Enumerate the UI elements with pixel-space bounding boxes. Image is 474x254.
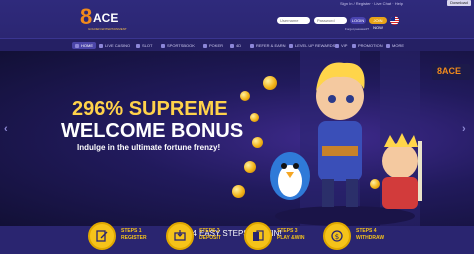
menu-icon <box>386 43 390 48</box>
logo-tagline: GOLDEN ENTERTAINMENT <box>88 27 127 31</box>
promo-banner[interactable]: 8ACE 296% SUPREME WELCOME BONUS Indulge … <box>0 51 474 226</box>
gift-icon <box>352 43 356 48</box>
banner-logo-badge: 8ACE <box>432 64 470 80</box>
gold-coin-icon <box>263 76 277 90</box>
poker-icon <box>203 43 207 48</box>
username-input[interactable] <box>277 17 310 24</box>
banner-title-line2: WELCOME BONUS <box>61 120 244 142</box>
banner-subtitle: Indulge in the ultimate fortune frenzy! <box>77 143 221 152</box>
language-flag-icon[interactable] <box>390 16 399 25</box>
main-nav: HOME LIVE CASINO SLOT SPORTSBOOK POKER 4… <box>0 38 474 52</box>
banner-title-line1: 296% SUPREME <box>72 98 228 120</box>
step-2-label: STEPS 2 DEPOSIT <box>199 228 221 241</box>
gold-coin-icon <box>370 179 380 189</box>
banner-characters-illustration <box>270 62 422 226</box>
nav-item-sportsbook[interactable]: SPORTSBOOK <box>161 42 195 49</box>
nav-item-vip[interactable]: VIP <box>335 42 347 49</box>
step-3-label: STEPS 3 PLAY &WIN <box>277 228 305 241</box>
forgot-password-link[interactable]: Forgot password? <box>345 27 369 31</box>
step-1-label: STEPS 1 REGISTER <box>121 228 147 241</box>
slot-icon <box>136 43 140 48</box>
home-icon <box>75 43 79 48</box>
login-button[interactable]: LOGIN <box>350 17 366 24</box>
download-app-badge[interactable]: Download <box>447 0 471 6</box>
top-info-links[interactable]: Sign In / Register · Live Chat · Help <box>340 1 403 6</box>
nav-item-promotion[interactable]: PROMOTION <box>352 42 383 49</box>
nav-item-poker[interactable]: POKER <box>203 42 223 49</box>
deposit-icon[interactable] <box>166 222 194 250</box>
register-icon[interactable] <box>88 222 116 250</box>
site-header: 8 ACE GOLDEN ENTERTAINMENT Sign In / Reg… <box>0 0 474 38</box>
gold-coin-icon <box>252 137 263 148</box>
banner-prev-arrow-icon[interactable]: ‹ <box>4 123 8 135</box>
join-now-button[interactable]: JOIN NOW <box>369 17 387 30</box>
nav-item-refer[interactable]: REFER & EARN <box>250 42 286 49</box>
lottery-icon <box>230 43 234 48</box>
nav-item-more[interactable]: MORE <box>386 42 404 49</box>
gold-coin-icon <box>232 185 245 198</box>
refer-icon <box>250 43 254 48</box>
step-4-label: STEPS 4 WITHDRAW <box>356 228 385 241</box>
site-logo[interactable]: 8 ACE GOLDEN ENTERTAINMENT <box>80 4 127 34</box>
password-input[interactable] <box>314 17 347 24</box>
svg-text:$: $ <box>335 233 339 241</box>
gold-coin-icon <box>244 161 256 173</box>
casino-icon <box>99 43 103 48</box>
crown-icon <box>335 43 339 48</box>
steps-title: 4 EASY STEPS TO WIN! <box>192 229 282 238</box>
sports-icon <box>161 43 165 48</box>
nav-item-live-casino[interactable]: LIVE CASINO <box>99 42 130 49</box>
trophy-icon <box>289 43 293 48</box>
nav-item-slot[interactable]: SLOT <box>136 42 152 49</box>
banner-next-arrow-icon[interactable]: › <box>462 123 466 135</box>
gold-coin-icon <box>240 91 250 101</box>
withdraw-icon[interactable]: $ <box>323 222 351 250</box>
nav-item-level-up[interactable]: LEVEL UP REWARDS <box>289 42 335 49</box>
gold-coin-icon <box>250 113 259 122</box>
logo-text: ACE <box>93 11 119 25</box>
nav-item-4d[interactable]: 4D <box>230 42 241 49</box>
cards-icon[interactable] <box>244 222 272 250</box>
nav-item-home[interactable]: HOME <box>72 42 96 49</box>
